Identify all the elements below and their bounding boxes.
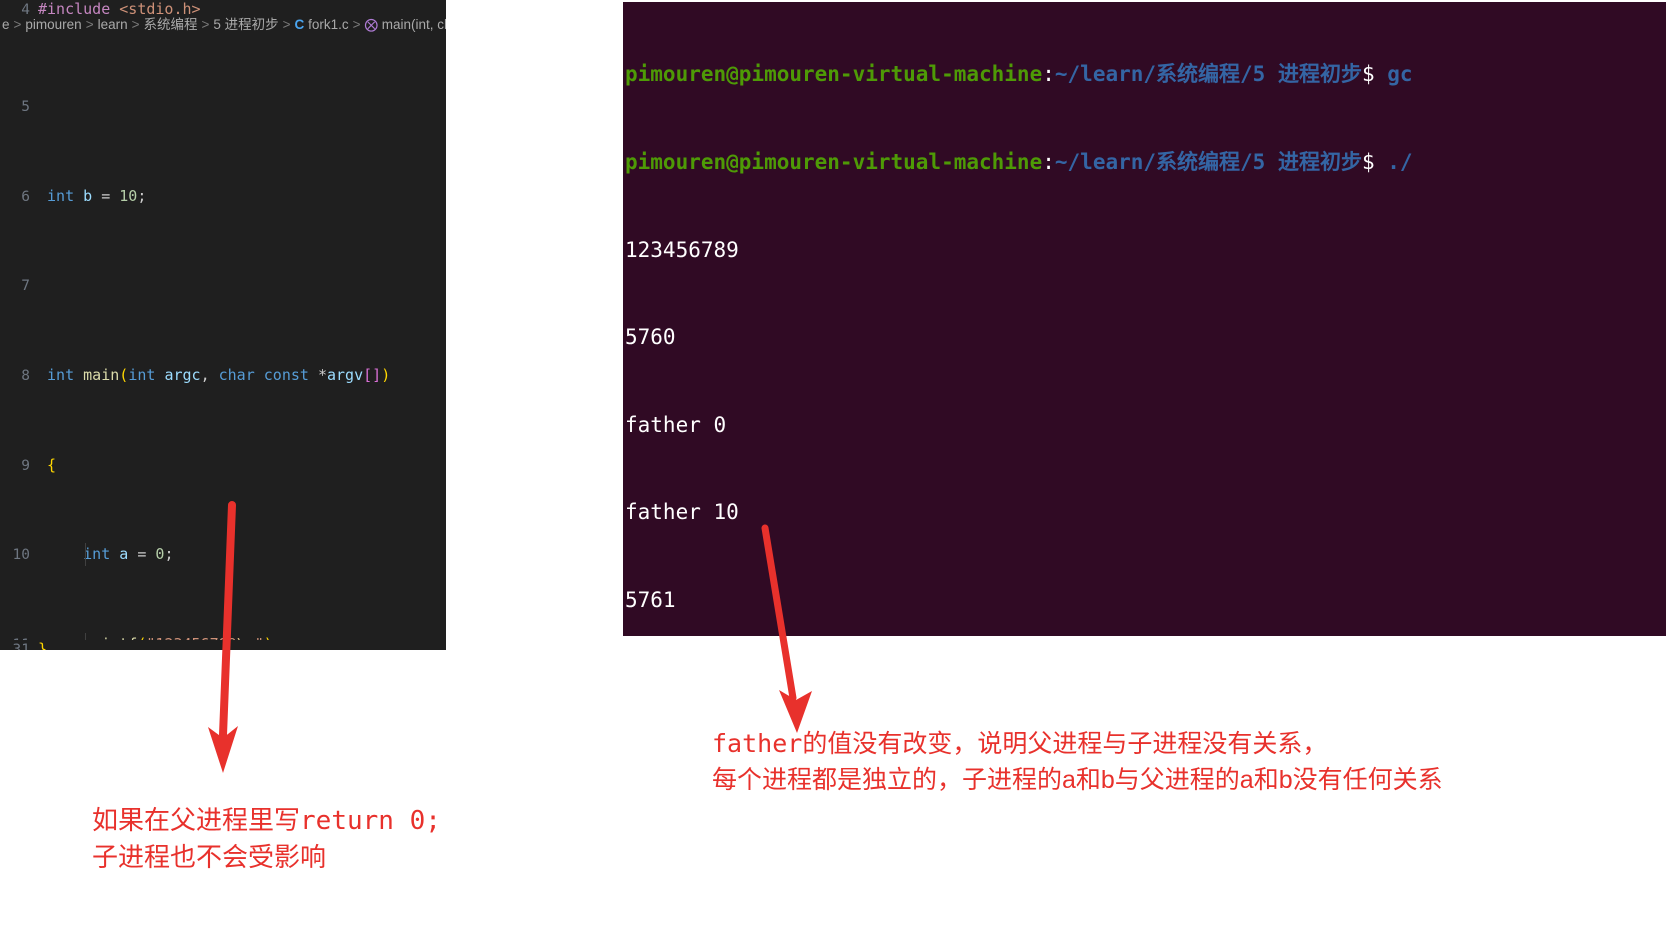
- annotation-right: father的值没有改变，说明父进程与子进程没有关系， 每个进程都是独立的，子进…: [712, 726, 1443, 798]
- line-number: 4: [21, 2, 30, 14]
- annotation-right-line1-post: 的值没有改变，说明父进程与子进程没有关系，: [802, 730, 1328, 758]
- line-number: 10: [12, 547, 30, 564]
- code-tokens: int a = 0;: [83, 545, 174, 564]
- code-line[interactable]: 10 int a = 0;: [0, 543, 446, 566]
- annotation-right-line1-code: father: [712, 729, 803, 758]
- terminal-output-line: 123456789: [625, 237, 739, 262]
- prompt-colon: :: [1042, 62, 1055, 87]
- terminal-prompt-line-2: pimouren@pimouren-virtual-machine:~/lear…: [623, 148, 1666, 177]
- line-number: 5: [21, 99, 30, 116]
- indent-guide: [85, 543, 86, 566]
- prompt-user-host: pimouren@pimouren-virtual-machine: [625, 62, 1043, 87]
- prompt-path: ~/learn/系统编程/5 进程初步: [1054, 150, 1362, 174]
- annotation-right-line-1: father的值没有改变，说明父进程与子进程没有关系，: [712, 726, 1443, 762]
- annotation-right-line-2: 每个进程都是独立的，子进程的a和b与父进程的a和b没有任何关系: [712, 766, 1443, 794]
- code-editor-text[interactable]: 5 6 int b = 10; 7 8 int main(int argc, c…: [0, 28, 446, 650]
- terminal-output-line: 5761: [625, 587, 676, 612]
- breadcrumb-separator-icon: >: [85, 17, 94, 32]
- terminal-output-line: 5760: [625, 325, 676, 350]
- breadcrumb-item-chapter[interactable]: 5 进程初步: [213, 17, 278, 32]
- line-number: 7: [21, 278, 30, 295]
- breadcrumb-separator-icon: >: [201, 17, 210, 32]
- breadcrumb-item-sysprog[interactable]: 系统编程: [144, 17, 198, 32]
- prompt-dollar: $: [1361, 62, 1375, 87]
- line-number: 8: [21, 368, 30, 385]
- prompt-dollar: $: [1361, 150, 1375, 174]
- breadcrumb-separator-icon: >: [352, 17, 361, 32]
- breadcrumb-separator-icon: >: [131, 17, 140, 32]
- code-tokens: {: [47, 455, 57, 474]
- terminal-pane[interactable]: pimouren@pimouren-virtual-machine:~/lear…: [623, 2, 1666, 636]
- breadcrumb-prefix: e: [2, 17, 10, 32]
- annotation-left-line1-code: return 0;: [300, 806, 441, 836]
- clipped-code-line-top: 4 #include <stdio.h>: [0, 0, 446, 14]
- clipped-code-line-bottom: 31}: [0, 640, 446, 650]
- code-line[interactable]: 6 int b = 10;: [0, 185, 446, 207]
- breadcrumb-item-file[interactable]: fork1.c: [308, 17, 349, 32]
- symbol-method-icon: ⨂: [364, 17, 378, 32]
- code-tokens: int b = 10;: [47, 186, 147, 205]
- annotation-left-line1-pre: 如果在父进程里写: [92, 805, 301, 835]
- prompt-colon: :: [1042, 150, 1055, 174]
- code-line[interactable]: 8 int main(int argc, char const *argv[]): [0, 364, 446, 386]
- code-line[interactable]: 7: [0, 274, 446, 296]
- code-tokens: int main(int argc, char const *argv[]): [47, 366, 391, 385]
- breadcrumb-item-symbol[interactable]: main(int, char const *: [382, 17, 446, 32]
- line-number: 6: [21, 188, 30, 205]
- annotation-left-line-2: 子进程也不会受影响: [92, 842, 327, 872]
- line-number: 31: [12, 642, 30, 650]
- terminal-command-2: ./: [1387, 150, 1413, 174]
- terminal-command-1: gc: [1387, 62, 1413, 87]
- annotation-left-line-1: 如果在父进程里写return 0;: [92, 802, 441, 839]
- terminal-prompt-line-1: pimouren@pimouren-virtual-machine:~/lear…: [623, 60, 1666, 89]
- annotation-left: 如果在父进程里写return 0; 子进程也不会受影响: [92, 802, 441, 875]
- breadcrumb-item-learn[interactable]: learn: [98, 17, 128, 32]
- prompt-user-host: pimouren@pimouren-virtual-machine: [625, 150, 1043, 174]
- prompt-path: ~/learn/系统编程/5 进程初步: [1054, 62, 1362, 87]
- code-line[interactable]: 9 {: [0, 454, 446, 476]
- terminal-output-line: father 10: [625, 500, 739, 525]
- breadcrumb-separator-icon: >: [13, 17, 22, 32]
- code-line[interactable]: 5: [0, 95, 446, 117]
- breadcrumb[interactable]: e > pimouren > learn > 系统编程 >5 进程初步 > C fork1.c > ⨂…: [0, 14, 446, 36]
- breadcrumb-separator-icon: >: [282, 17, 291, 32]
- terminal-output-line: father 0: [625, 412, 727, 437]
- line-number: 9: [21, 457, 30, 474]
- breadcrumb-item-pimouren[interactable]: pimouren: [25, 17, 81, 32]
- vscode-editor-pane[interactable]: 4 #include <stdio.h> e > pimouren > learn > 系统编…: [0, 0, 446, 650]
- c-file-icon: C: [294, 17, 305, 32]
